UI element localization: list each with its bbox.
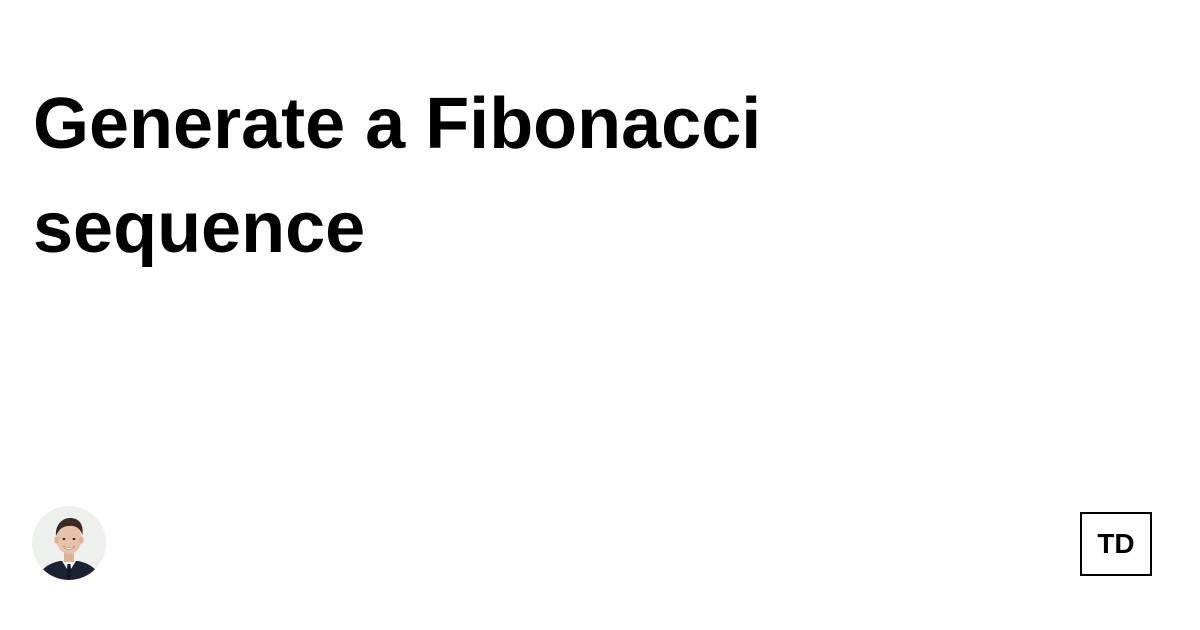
author-avatar[interactable]: [32, 506, 106, 580]
post-title: Generate a Fibonacci sequence: [33, 84, 762, 268]
publication-logo[interactable]: TD: [1080, 512, 1152, 576]
publication-logo-text: TD: [1097, 528, 1135, 559]
author-avatar-photo-icon: [32, 506, 106, 580]
social-preview-card: Generate a Fibonacci sequence TD: [0, 0, 1200, 630]
